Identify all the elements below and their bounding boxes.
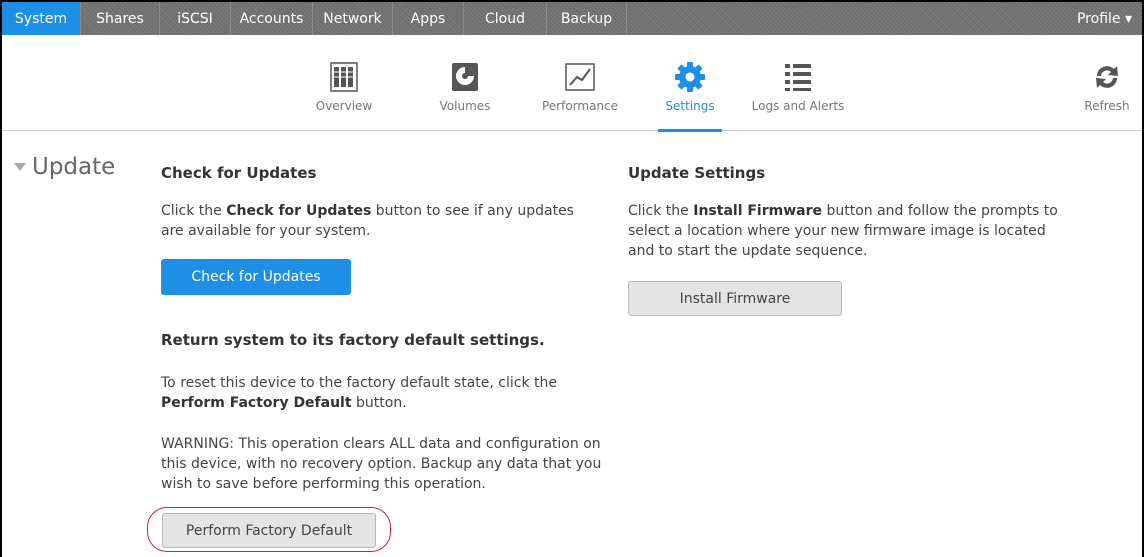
gear-icon [674, 60, 706, 94]
top-nav: System Shares iSCSI Accounts Network App… [2, 2, 1142, 35]
subnav-volumes[interactable]: Volumes [435, 35, 495, 131]
tab-shares[interactable]: Shares [81, 2, 160, 35]
collapse-triangle-icon [14, 163, 26, 171]
perform-factory-default-button[interactable]: Perform Factory Default [162, 513, 376, 548]
factory-default-warning: WARNING: This operation clears ALL data … [161, 436, 602, 492]
profile-menu[interactable]: Profile ▾ [1077, 2, 1142, 35]
subnav-label: Volumes [439, 99, 491, 113]
desc-text: Click the [628, 203, 694, 219]
install-firmware-button[interactable]: Install Firmware [628, 281, 842, 316]
tab-backup[interactable]: Backup [547, 2, 627, 35]
overview-icon [330, 60, 358, 94]
tab-system[interactable]: System [2, 2, 81, 35]
tab-apps[interactable]: Apps [393, 2, 464, 35]
desc-bold: Check for Updates [226, 203, 372, 219]
subnav-settings[interactable]: Settings [658, 35, 722, 132]
section-header-update[interactable]: Update [14, 154, 115, 180]
app-window: System Shares iSCSI Accounts Network App… [0, 0, 1144, 557]
subnav-label: Settings [665, 99, 715, 113]
subnav-label: Overview [315, 99, 373, 113]
subnav-label: Performance [541, 99, 619, 113]
refresh-button[interactable]: Refresh [1077, 35, 1137, 131]
tab-network[interactable]: Network [313, 2, 393, 35]
check-updates-heading: Check for Updates [161, 164, 317, 182]
desc-text: Click the [161, 203, 227, 219]
check-for-updates-button[interactable]: Check for Updates [161, 259, 351, 295]
section-title: Update [32, 154, 116, 180]
desc-bold: Install Firmware [693, 203, 823, 219]
subnav-label: Logs and Alerts [751, 99, 845, 113]
subnav-overview[interactable]: Overview [314, 35, 374, 131]
desc-bold: Perform Factory Default [161, 395, 352, 411]
subnav-logs-alerts[interactable]: Logs and Alerts [742, 35, 854, 131]
update-settings-description: Click the Install Firmware button and fo… [628, 201, 1058, 261]
refresh-icon [1093, 60, 1121, 94]
sub-nav: Overview Volumes Performance Settings Lo… [2, 35, 1142, 132]
desc-text: To reset this device to the factory defa… [161, 375, 557, 391]
refresh-label: Refresh [1084, 99, 1130, 113]
factory-default-heading: Return system to its factory default set… [161, 331, 545, 349]
performance-icon [565, 60, 595, 94]
factory-default-description: To reset this device to the factory defa… [161, 373, 601, 413]
tab-iscsi[interactable]: iSCSI [160, 2, 231, 35]
volumes-icon [451, 60, 479, 94]
list-icon [783, 60, 813, 94]
update-settings-heading: Update Settings [628, 164, 766, 182]
subnav-performance[interactable]: Performance [535, 35, 625, 131]
desc-text: button. [351, 395, 407, 411]
tab-cloud[interactable]: Cloud [464, 2, 547, 35]
tab-accounts[interactable]: Accounts [231, 2, 313, 35]
check-updates-description: Click the Check for Updates button to se… [161, 201, 581, 241]
